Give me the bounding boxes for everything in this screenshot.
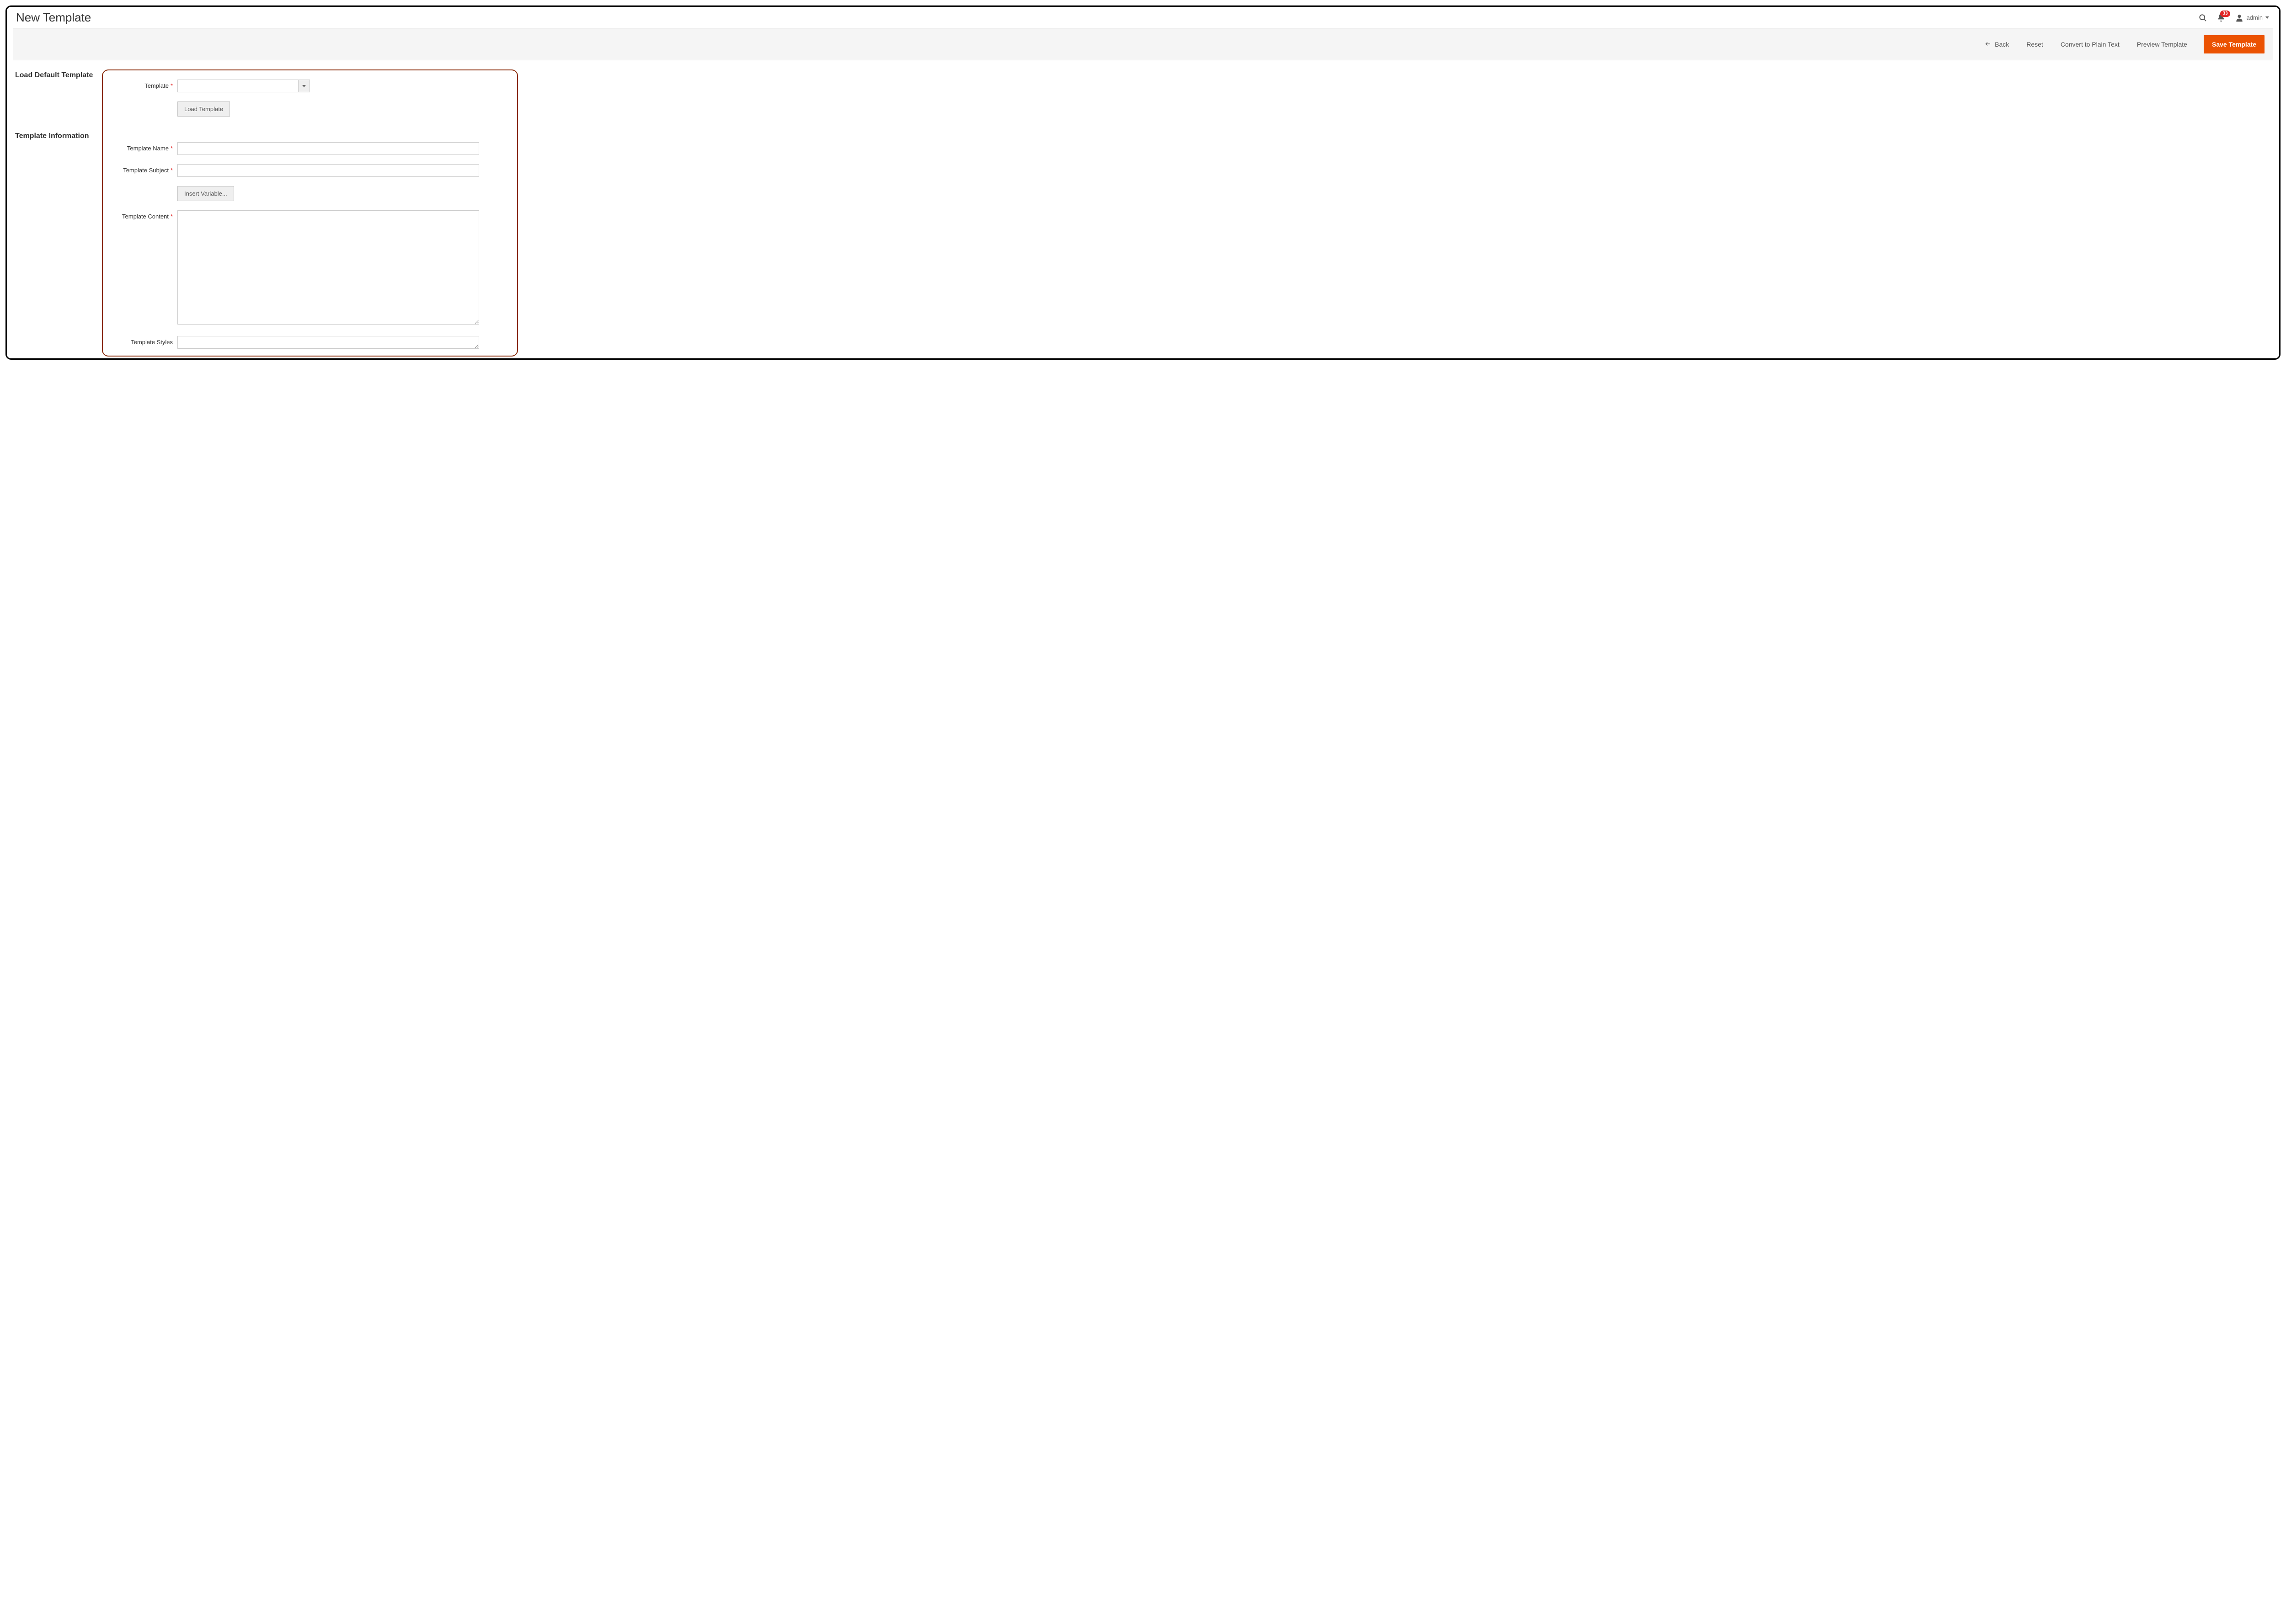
insert-variable-button[interactable]: Insert Variable... — [177, 186, 234, 201]
template-name-input[interactable] — [177, 142, 479, 155]
template-select-input[interactable] — [177, 80, 298, 92]
template-select-dropdown-button[interactable] — [298, 80, 310, 92]
template-styles-textarea[interactable] — [177, 336, 479, 349]
search-icon[interactable] — [2198, 13, 2207, 22]
form-highlight-region: Template* Load Template — [102, 69, 518, 357]
account-menu[interactable]: admin — [2235, 13, 2269, 22]
action-toolbar: Back Reset Convert to Plain Text Preview… — [13, 28, 2273, 60]
template-content-textarea[interactable] — [177, 210, 479, 325]
page-header: New Template 33 admin — [7, 7, 2279, 28]
template-content-label: Template Content* — [111, 210, 177, 220]
template-subject-input[interactable] — [177, 164, 479, 177]
preview-template-button[interactable]: Preview Template — [2136, 38, 2188, 51]
username-label: admin — [2247, 14, 2263, 21]
template-select[interactable] — [177, 80, 310, 92]
header-actions: 33 admin — [2198, 13, 2269, 22]
convert-to-plain-text-button[interactable]: Convert to Plain Text — [2060, 38, 2120, 51]
notifications-icon[interactable]: 33 — [2217, 13, 2226, 22]
user-icon — [2235, 13, 2244, 22]
load-template-button[interactable]: Load Template — [177, 101, 230, 117]
notification-badge: 33 — [2220, 11, 2230, 17]
template-styles-label: Template Styles — [111, 336, 177, 346]
chevron-down-icon — [2265, 16, 2269, 19]
template-subject-label: Template Subject* — [111, 164, 177, 174]
section-template-information-title: Template Information — [15, 130, 89, 142]
save-template-button[interactable]: Save Template — [2204, 35, 2265, 53]
back-label: Back — [1995, 41, 2009, 48]
back-button[interactable]: Back — [1984, 38, 2010, 51]
section-load-default-title: Load Default Template — [15, 69, 102, 81]
template-name-label: Template Name* — [111, 142, 177, 152]
caret-down-icon — [302, 85, 306, 87]
template-select-label: Template* — [111, 80, 177, 89]
page-content: Load Default Template Template* — [7, 60, 2279, 357]
arrow-left-icon — [1985, 41, 1991, 48]
reset-button[interactable]: Reset — [2025, 38, 2044, 51]
page-title: New Template — [16, 11, 2198, 25]
app-window: New Template 33 admin Back — [5, 5, 2281, 360]
